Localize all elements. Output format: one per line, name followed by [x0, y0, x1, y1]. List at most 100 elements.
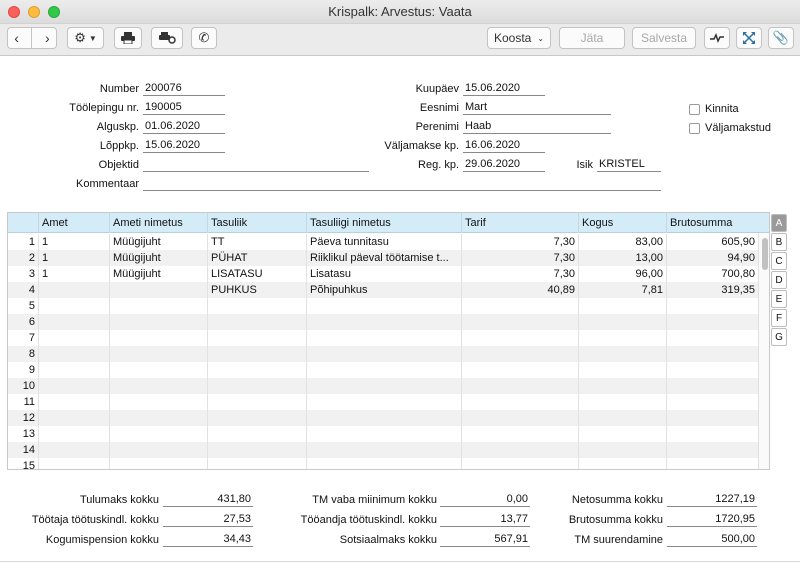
- tab-b[interactable]: B: [771, 233, 787, 251]
- tab-a[interactable]: A: [771, 214, 787, 232]
- cell-n[interactable]: 7: [8, 330, 38, 346]
- cell-ameti[interactable]: Müügijuht: [109, 234, 207, 250]
- table-row[interactable]: 4 PUHKUS Põhipuhkus 40,89 7,81 319,35: [8, 282, 758, 298]
- table-row[interactable]: 3 1 Müügijuht LISATASU Lisatasu 7,30 96,00 700,…: [8, 266, 758, 282]
- cell-kogus[interactable]: [578, 330, 666, 346]
- table-row[interactable]: 6: [8, 314, 758, 330]
- cell-nimetus[interactable]: [306, 458, 461, 469]
- cell-kogus[interactable]: [578, 378, 666, 394]
- table-row[interactable]: 1 1 Müügijuht TT Päeva tunnitasu 7,30 83,00 605…: [8, 234, 758, 250]
- cell-ameti[interactable]: Müügijuht: [109, 266, 207, 282]
- cell-tasuliik[interactable]: [207, 458, 306, 469]
- cell-bruto[interactable]: [666, 458, 758, 469]
- cell-tarif[interactable]: [461, 362, 578, 378]
- phone-button[interactable]: ✆: [191, 27, 217, 49]
- cell-amet[interactable]: [38, 362, 109, 378]
- person-field[interactable]: KRISTEL: [597, 158, 661, 172]
- cell-bruto[interactable]: [666, 442, 758, 458]
- cell-ameti[interactable]: [109, 458, 207, 469]
- cell-amet[interactable]: [38, 410, 109, 426]
- cell-tarif[interactable]: [461, 314, 578, 330]
- cell-kogus[interactable]: 96,00: [578, 266, 666, 282]
- cell-nimetus[interactable]: Lisatasu: [306, 266, 461, 282]
- cell-tasuliik[interactable]: PÜHAT: [207, 250, 306, 266]
- cell-bruto[interactable]: [666, 362, 758, 378]
- end-date-field[interactable]: 15.06.2020: [143, 139, 225, 153]
- cell-ameti[interactable]: [109, 426, 207, 442]
- col-header-brutosumma[interactable]: Brutosumma: [666, 213, 758, 233]
- cell-kogus[interactable]: [578, 394, 666, 410]
- approve-checkbox[interactable]: [689, 104, 700, 115]
- cell-kogus[interactable]: [578, 442, 666, 458]
- cell-amet[interactable]: [38, 378, 109, 394]
- cell-amet[interactable]: [38, 426, 109, 442]
- cell-n[interactable]: 1: [8, 234, 38, 250]
- grid-scrollbar[interactable]: [758, 233, 769, 469]
- cell-tasuliik[interactable]: [207, 330, 306, 346]
- cell-nimetus[interactable]: [306, 346, 461, 362]
- cell-amet[interactable]: [38, 298, 109, 314]
- cell-nimetus[interactable]: [306, 362, 461, 378]
- cell-tasuliik[interactable]: [207, 378, 306, 394]
- tab-g[interactable]: G: [771, 328, 787, 346]
- cell-ameti[interactable]: Müügijuht: [109, 250, 207, 266]
- cell-kogus[interactable]: [578, 314, 666, 330]
- cell-tasuliik[interactable]: TT: [207, 234, 306, 250]
- cell-bruto[interactable]: [666, 330, 758, 346]
- cell-amet[interactable]: 1: [38, 234, 109, 250]
- cell-amet[interactable]: [38, 458, 109, 469]
- comment-field[interactable]: [143, 177, 661, 191]
- cell-nimetus[interactable]: [306, 442, 461, 458]
- cell-n[interactable]: 15: [8, 458, 38, 469]
- cell-kogus[interactable]: [578, 410, 666, 426]
- cell-n[interactable]: 13: [8, 426, 38, 442]
- table-row[interactable]: 11: [8, 394, 758, 410]
- cell-tarif[interactable]: 7,30: [461, 266, 578, 282]
- cell-tarif[interactable]: [461, 426, 578, 442]
- cell-nimetus[interactable]: [306, 410, 461, 426]
- cell-nimetus[interactable]: [306, 314, 461, 330]
- cell-ameti[interactable]: [109, 410, 207, 426]
- col-header-kogus[interactable]: Kogus: [578, 213, 666, 233]
- cell-bruto[interactable]: [666, 298, 758, 314]
- activity-button[interactable]: [704, 27, 730, 49]
- forward-icon[interactable]: ›: [45, 30, 50, 46]
- cell-tarif[interactable]: [461, 346, 578, 362]
- firstname-field[interactable]: Mart: [463, 101, 611, 115]
- cell-tasuliik[interactable]: [207, 442, 306, 458]
- cell-bruto[interactable]: [666, 378, 758, 394]
- cell-tasuliik[interactable]: [207, 314, 306, 330]
- back-icon[interactable]: ‹: [14, 30, 19, 46]
- objects-field[interactable]: [143, 158, 369, 172]
- cell-amet[interactable]: [38, 314, 109, 330]
- cell-tarif[interactable]: [461, 394, 578, 410]
- cell-tarif[interactable]: [461, 330, 578, 346]
- cell-tarif[interactable]: [461, 378, 578, 394]
- cell-tasuliik[interactable]: [207, 362, 306, 378]
- cell-ameti[interactable]: [109, 298, 207, 314]
- cell-n[interactable]: 12: [8, 410, 38, 426]
- attachment-button[interactable]: 📎: [768, 27, 794, 49]
- print-preview-button[interactable]: [151, 27, 183, 49]
- cell-tarif[interactable]: [461, 442, 578, 458]
- cell-nimetus[interactable]: [306, 394, 461, 410]
- cell-ameti[interactable]: [109, 282, 207, 298]
- cell-n[interactable]: 10: [8, 378, 38, 394]
- cell-n[interactable]: 9: [8, 362, 38, 378]
- cell-amet[interactable]: [38, 330, 109, 346]
- cell-kogus[interactable]: 7,81: [578, 282, 666, 298]
- cell-bruto[interactable]: 319,35: [666, 282, 758, 298]
- cell-bruto[interactable]: [666, 314, 758, 330]
- paydate-field[interactable]: 16.06.2020: [463, 139, 545, 153]
- regdate-field[interactable]: 29.06.2020: [463, 158, 545, 172]
- col-header-ameti-nimetus[interactable]: Ameti nimetus: [109, 213, 207, 233]
- cell-ameti[interactable]: [109, 378, 207, 394]
- cell-bruto[interactable]: 94,90: [666, 250, 758, 266]
- date-field[interactable]: 15.06.2020: [463, 82, 545, 96]
- cell-n[interactable]: 2: [8, 250, 38, 266]
- cell-bruto[interactable]: 605,90: [666, 234, 758, 250]
- cell-amet[interactable]: [38, 346, 109, 362]
- cell-kogus[interactable]: [578, 346, 666, 362]
- table-row[interactable]: 15: [8, 458, 758, 469]
- cell-nimetus[interactable]: Põhipuhkus: [306, 282, 461, 298]
